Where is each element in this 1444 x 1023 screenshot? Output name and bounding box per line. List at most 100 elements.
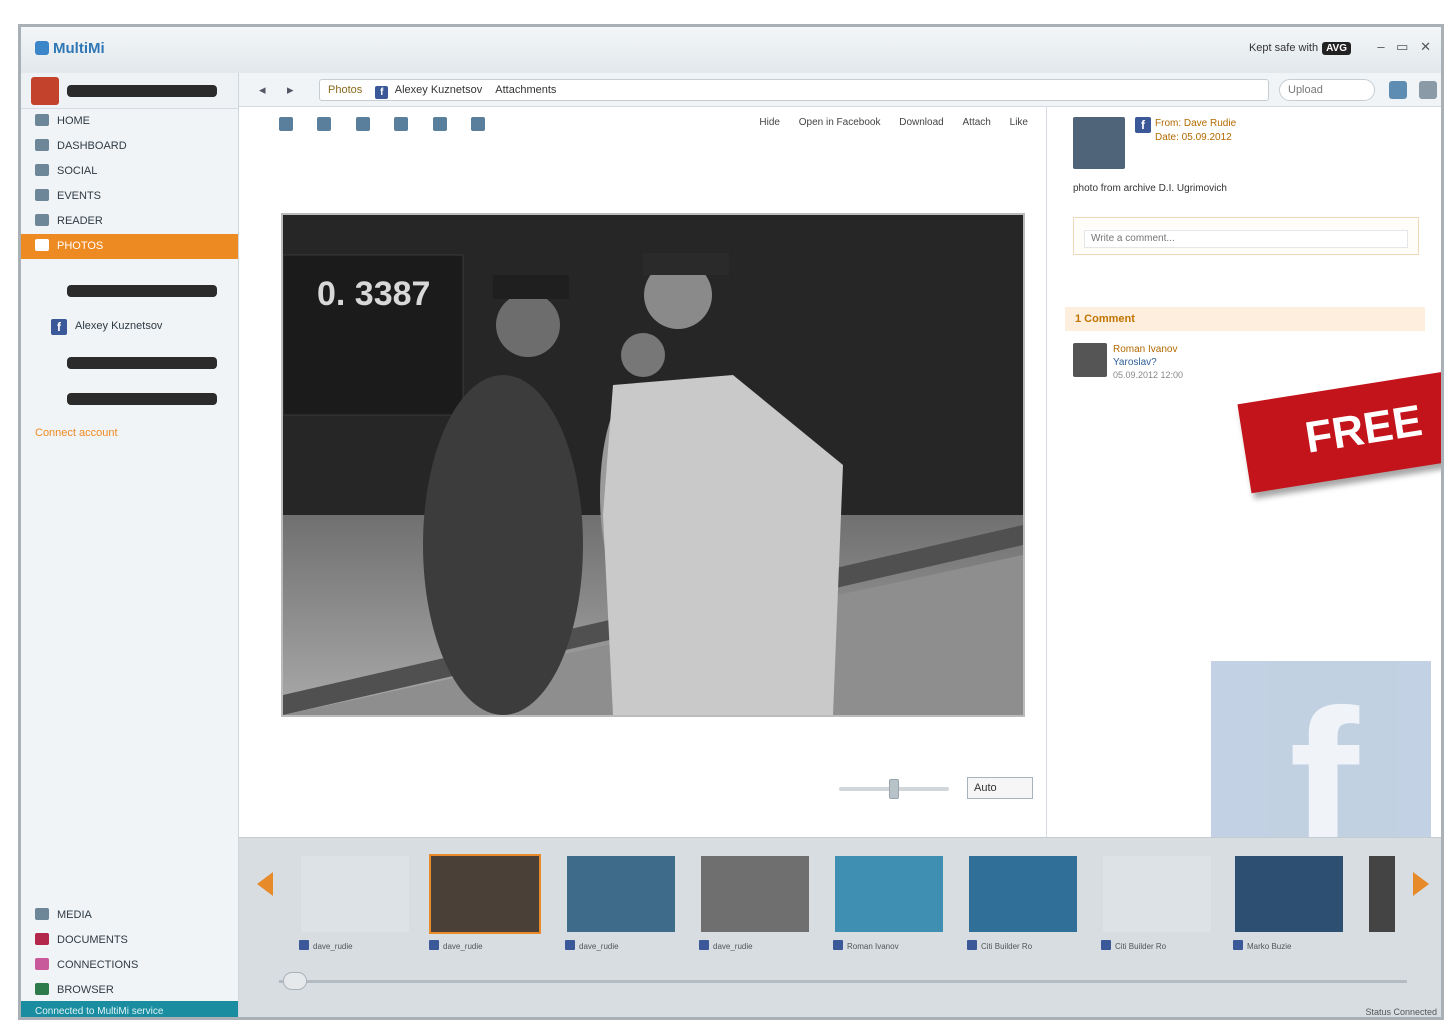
warning-icon[interactable] <box>394 117 409 131</box>
nav-reader[interactable]: READER <box>21 209 238 234</box>
crumb-album[interactable]: Attachments <box>495 84 556 96</box>
thumbnail-author: Marko Buzie <box>1247 942 1292 951</box>
thumbnail[interactable] <box>299 854 411 934</box>
title-bar: MultiMi Kept safe with AVG – ▭ ✕ <box>21 27 1441 73</box>
calendar-icon <box>35 189 49 201</box>
facebook-icon: f <box>1135 117 1151 133</box>
account-item-facebook[interactable]: f Alexey Kuznetsov <box>21 309 238 345</box>
restore-button[interactable]: ▭ <box>1396 39 1408 54</box>
thumbnail-caption: dave_rudie <box>565 940 619 951</box>
main-photo[interactable]: 0. 3387 <box>281 213 1025 717</box>
crumb-account[interactable]: Alexey Kuznetsov <box>395 84 482 96</box>
home-icon <box>35 114 49 126</box>
nav-events[interactable]: EVENTS <box>21 184 238 209</box>
poster-avatar[interactable] <box>1073 117 1125 169</box>
rotate-left-icon[interactable] <box>317 117 332 131</box>
details-panel: f From: Dave Rudie Date: 05.09.2012 phot… <box>1047 107 1441 899</box>
thumbnail[interactable] <box>833 854 945 934</box>
photo-caption: photo from archive D.I. Ugrimovich <box>1073 183 1227 194</box>
account-item[interactable] <box>21 273 238 309</box>
thumbnail[interactable] <box>699 854 811 934</box>
download-button[interactable]: Download <box>899 117 943 128</box>
facebook-icon <box>699 940 709 950</box>
commenter-name[interactable]: Roman Ivanov <box>1113 343 1183 356</box>
address-bar: ◂ ▸ Photos f Alexey Kuznetsov Attachment… <box>239 73 1441 107</box>
thumbnail[interactable] <box>1367 854 1397 934</box>
hide-button[interactable]: Hide <box>759 117 780 128</box>
nav-label: MEDIA <box>57 909 92 921</box>
facebook-icon <box>1101 940 1111 950</box>
thumbnail-caption: dave_rudie <box>299 940 353 951</box>
thumbnail-author: dave_rudie <box>313 942 353 951</box>
account-item[interactable] <box>21 381 238 417</box>
crumb-photos[interactable]: Photos <box>328 84 362 96</box>
facebook-icon <box>833 940 843 950</box>
zoom-select[interactable]: Auto <box>967 777 1033 799</box>
nav-media[interactable]: MEDIA <box>21 903 238 928</box>
facebook-icon: f <box>51 319 67 335</box>
thumbnail-author: Citi Builder Ro <box>981 942 1033 951</box>
connections-icon <box>35 958 49 970</box>
nav-label: PHOTOS <box>57 240 104 252</box>
thumbnail-author: Roman Ivanov <box>847 942 899 951</box>
thumbnail[interactable] <box>967 854 1079 934</box>
previous-arrow-icon[interactable] <box>257 872 273 896</box>
nav-label: EVENTS <box>57 190 102 202</box>
nav-browser[interactable]: BROWSER <box>21 978 238 1003</box>
nav-social[interactable]: SOCIAL <box>21 159 238 184</box>
comments-header[interactable]: 1 Comment <box>1065 307 1425 331</box>
nav-photos[interactable]: PHOTOS <box>21 234 238 259</box>
redacted-account <box>67 357 217 369</box>
back-button[interactable]: ◂ <box>259 82 266 98</box>
nav-home[interactable]: HOME <box>21 109 238 134</box>
window-controls: – ▭ ✕ <box>1369 39 1431 55</box>
like-button[interactable]: Like <box>1010 117 1028 128</box>
nav-dashboard[interactable]: DASHBOARD <box>21 134 238 159</box>
thumbnail-author: Citi Builder Ro <box>1115 942 1167 951</box>
next-arrow-icon[interactable] <box>1413 872 1429 896</box>
thumbnail-caption: dave_rudie <box>699 940 753 951</box>
safe-text: Kept safe with <box>1248 42 1319 54</box>
post-from[interactable]: From: Dave Rudie <box>1155 117 1236 131</box>
filmstrip-scroll-handle[interactable] <box>283 972 307 990</box>
app-logo: MultiMi <box>35 40 105 57</box>
nav-label: HOME <box>57 115 90 127</box>
layout-icon[interactable] <box>1389 81 1407 99</box>
save-icon[interactable] <box>279 117 293 131</box>
user-profile[interactable] <box>21 73 238 109</box>
nav-label: READER <box>57 215 103 227</box>
status-text: Status Connected <box>1365 1007 1437 1017</box>
breadcrumb[interactable]: Photos f Alexey Kuznetsov Attachments <box>319 79 1269 101</box>
comment-date: 05.09.2012 12:00 <box>1113 370 1184 380</box>
thumbnail[interactable] <box>565 854 677 934</box>
thumbnail-selected[interactable] <box>429 854 541 934</box>
close-button[interactable]: ✕ <box>1420 39 1431 54</box>
share-icon[interactable] <box>432 117 447 131</box>
upload-button[interactable]: Upload <box>1279 79 1375 101</box>
facebook-icon <box>1233 940 1243 950</box>
nav-connections[interactable]: CONNECTIONS <box>21 953 238 978</box>
settings-icon[interactable] <box>1419 81 1437 99</box>
attach-button[interactable]: Attach <box>963 117 991 128</box>
thumbnail[interactable] <box>1233 854 1345 934</box>
minimize-button[interactable]: – <box>1377 39 1384 54</box>
thumbnail-caption: Roman Ivanov <box>833 940 899 951</box>
photo-toolbar <box>279 117 505 133</box>
open-in-facebook-button[interactable]: Open in Facebook <box>799 117 881 128</box>
comment-input[interactable] <box>1084 229 1408 248</box>
connection-status: Connected to MultiMi service <box>21 1001 238 1017</box>
commenter-avatar[interactable] <box>1073 343 1107 377</box>
nav-documents[interactable]: DOCUMENTS <box>21 928 238 953</box>
facebook-icon: f <box>375 86 389 99</box>
thumbnail[interactable] <box>1101 854 1213 934</box>
slideshow-icon[interactable] <box>471 117 486 131</box>
connect-account-link[interactable]: Connect account <box>21 427 238 439</box>
nav-label: DASHBOARD <box>57 140 127 152</box>
filmstrip-scrollbar[interactable] <box>279 980 1407 983</box>
account-item[interactable] <box>21 345 238 381</box>
forward-button[interactable]: ▸ <box>287 82 294 98</box>
rotate-right-icon[interactable] <box>355 117 370 131</box>
zoom-slider-handle[interactable] <box>889 779 899 799</box>
avatar <box>31 77 59 105</box>
